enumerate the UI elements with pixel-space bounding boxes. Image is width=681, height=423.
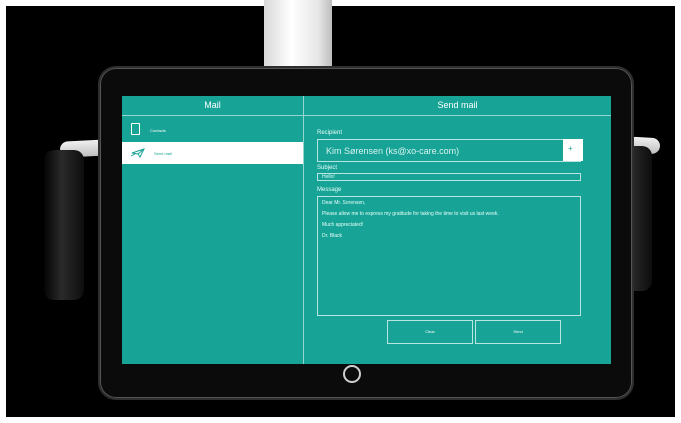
sidebar-item-contacts[interactable]: Contacts	[122, 119, 303, 141]
clear-button[interactable]: Clear	[387, 320, 473, 344]
page-title: Send mail	[437, 100, 478, 110]
message-line: Dear Mr. Sorensen,	[322, 200, 366, 206]
subject-label: Subject	[317, 165, 338, 171]
message-line: Please allow me to express my gratitude …	[322, 211, 499, 217]
left-handle-grip	[44, 150, 84, 300]
message-line: Much appreciated!	[322, 222, 364, 228]
sidebar-title: Mail	[204, 100, 221, 110]
subject-input[interactable]: Hello!	[317, 173, 581, 181]
screen: Mail Contacts Send mail Send mail Recipi…	[122, 96, 611, 364]
message-textarea[interactable]: Dear Mr. Sorensen, Please allow me to ex…	[317, 196, 581, 316]
sidebar-item-send-mail[interactable]: Send mail	[122, 142, 303, 164]
message-label: Message	[317, 187, 342, 193]
recipient-label: Recipient	[317, 130, 343, 136]
add-recipient-button[interactable]: +	[563, 139, 583, 161]
phone-icon	[131, 123, 140, 135]
add-button-label: +	[568, 144, 573, 153]
home-button[interactable]	[343, 365, 361, 383]
sidebar: Mail Contacts Send mail	[122, 96, 304, 364]
sidebar-item-label: Send mail	[154, 151, 172, 156]
ceiling-mount-pole	[264, 0, 332, 72]
sidebar-divider	[122, 115, 303, 116]
send-button[interactable]: Send	[475, 320, 561, 344]
sidebar-item-label: Contacts	[150, 128, 166, 133]
header-divider	[304, 115, 611, 116]
paper-plane-icon	[130, 148, 145, 158]
recipient-input[interactable]: Kim Sørensen (ks@xo-care.com)	[317, 139, 581, 162]
message-line: Dr. Black	[322, 233, 343, 239]
